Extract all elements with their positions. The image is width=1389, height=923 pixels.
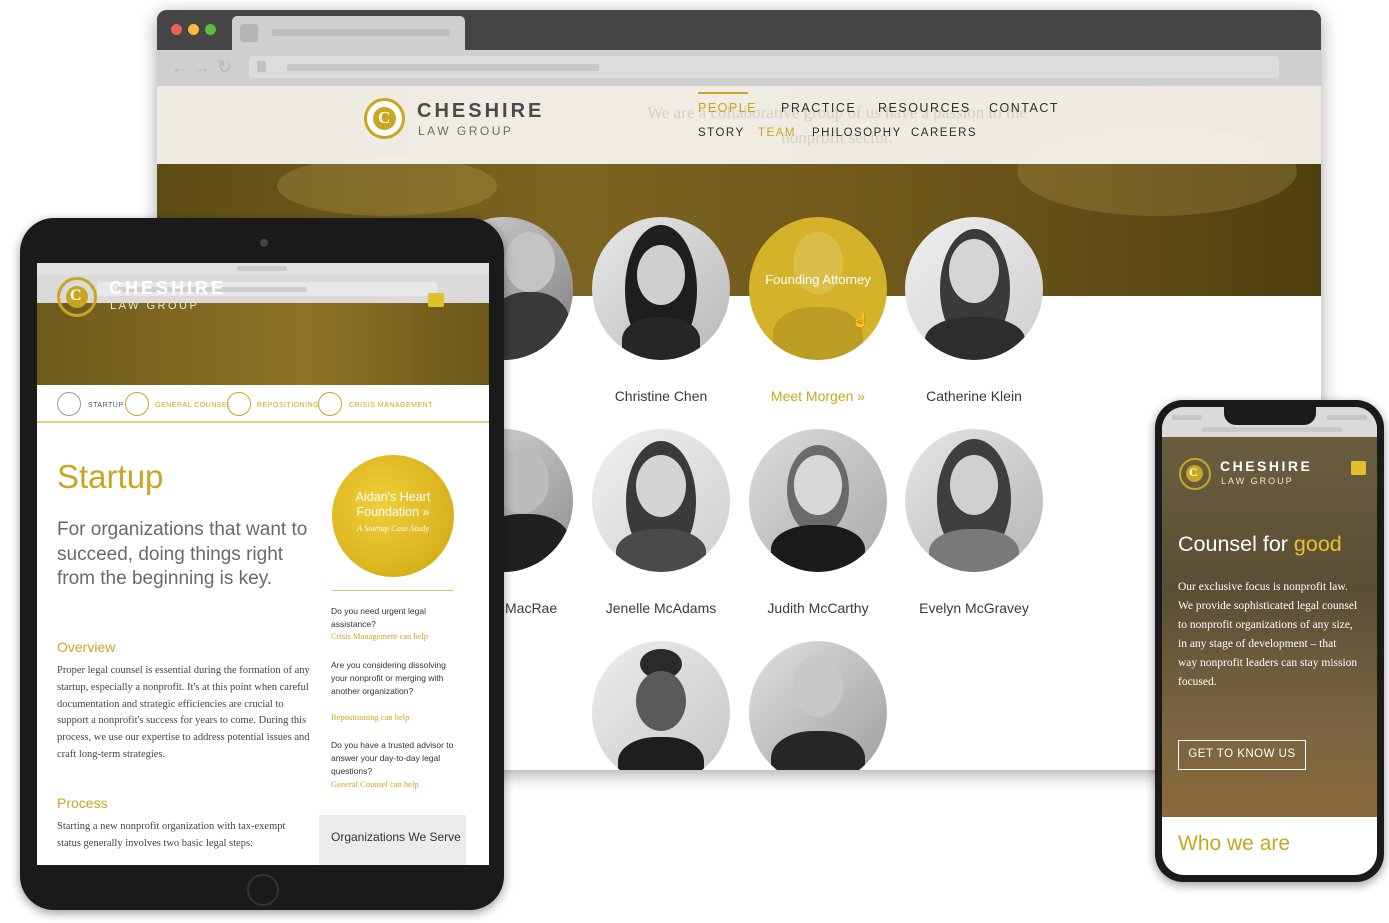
overview-heading: Overview	[57, 639, 116, 655]
hero-title-text: Counsel for	[1178, 532, 1294, 556]
portrait-catherine-klein[interactable]	[905, 217, 1043, 360]
portrait-judith-mccarthy[interactable]	[749, 429, 887, 572]
maximize-window-icon[interactable]	[205, 24, 216, 35]
cheshire-logo-icon[interactable]: C	[1179, 458, 1211, 490]
hero-title: Counsel for good	[1178, 532, 1342, 557]
subnav-team[interactable]: TEAM	[758, 127, 796, 139]
cursor-hand-icon: ☝	[852, 312, 870, 328]
nav-practice[interactable]: PRACTICE	[781, 101, 856, 115]
camera-icon	[260, 239, 268, 247]
person-name-judith-mccarthy[interactable]: Judith McCarthy	[728, 600, 908, 616]
tablet-device: C CHESHIRE LAW GROUP STARTUP GENERAL COU…	[20, 218, 504, 910]
hero-title-accent: good	[1293, 532, 1342, 556]
hamburger-menu-icon[interactable]	[428, 293, 444, 307]
logo-subtitle: LAW GROUP	[110, 300, 200, 312]
logo-subtitle: LAW GROUP	[418, 124, 514, 138]
crisis-management-link[interactable]: Crisis Management can help	[331, 631, 428, 641]
person-name-christine-chen[interactable]: Christine Chen	[571, 388, 751, 404]
repositioning-link[interactable]: Repositioning can help	[331, 712, 409, 722]
question-text: Do you need urgent legal assistance?	[331, 606, 426, 629]
lock-icon	[257, 61, 266, 72]
subnav-story[interactable]: STORY	[698, 127, 745, 139]
minimize-window-icon[interactable]	[188, 24, 199, 35]
lead-text: For organizations that want to succeed, …	[57, 519, 308, 589]
back-arrow-icon[interactable]: ←	[171, 57, 189, 78]
cheshire-logo-icon[interactable]: C	[364, 98, 405, 139]
startup-icon[interactable]	[57, 392, 81, 416]
phone-device: C CHESHIRE LAW GROUP Counsel for good Ou…	[1155, 400, 1384, 882]
tab-title-placeholder	[272, 29, 450, 36]
service-general-counsel[interactable]: GENERAL COUNSEL	[155, 402, 231, 409]
page-title: Startup	[57, 458, 164, 495]
tablet-hero	[37, 303, 489, 385]
nav-contact[interactable]: CONTACT	[989, 101, 1059, 115]
person-name-catherine-klein[interactable]: Catherine Klein	[884, 388, 1064, 404]
hamburger-menu-icon[interactable]	[1351, 461, 1366, 475]
logo-name[interactable]: CHESHIRE	[109, 278, 226, 299]
service-startup[interactable]: STARTUP	[88, 402, 124, 409]
favicon-icon	[240, 24, 258, 42]
nav-people[interactable]: PEOPLE	[698, 101, 757, 115]
person-name-jenelle-mcadams[interactable]: Jenelle McAdams	[571, 600, 751, 616]
general-counsel-icon[interactable]	[125, 392, 149, 416]
process-paragraph: Starting a new nonprofit organization wi…	[57, 821, 286, 849]
meet-morgen-link[interactable]: Meet Morgen »	[728, 388, 908, 404]
close-window-icon[interactable]	[171, 24, 182, 35]
portrait-christine-chen[interactable]	[592, 217, 730, 360]
portrait-jenelle-mcadams[interactable]	[592, 429, 730, 572]
portrait-person-9[interactable]	[592, 641, 730, 770]
tablet-browser-chrome	[37, 263, 489, 303]
who-we-are-heading: Who we are	[1178, 832, 1291, 855]
logo-name[interactable]: CHESHIRE	[1220, 458, 1312, 474]
founding-attorney-overlay: Founding Attorney	[765, 272, 871, 287]
nav-active-indicator	[698, 92, 748, 94]
service-crisis-management[interactable]: CRISIS MANAGEMENT	[349, 402, 433, 409]
subnav-careers[interactable]: CAREERS	[911, 127, 977, 139]
portrait-evelyn-mcgravey[interactable]	[905, 429, 1043, 572]
divider	[332, 590, 454, 591]
service-repositioning[interactable]: REPOSITIONING	[257, 402, 319, 409]
person-name-evelyn-mcgravey[interactable]: Evelyn McGravey	[884, 600, 1064, 616]
subnav-philosophy[interactable]: PHILOSOPHY	[812, 127, 902, 139]
organizations-we-serve[interactable]: Organizations We Serve	[331, 829, 461, 845]
phone-notch	[1224, 407, 1316, 425]
home-button[interactable]	[247, 874, 279, 906]
logo-name[interactable]: CHESHIRE	[417, 100, 544, 123]
phone-screen: C CHESHIRE LAW GROUP Counsel for good Ou…	[1162, 407, 1377, 875]
logo-subtitle: LAW GROUP	[1221, 476, 1294, 486]
url-placeholder	[287, 64, 599, 71]
portrait-person-10[interactable]	[749, 641, 887, 770]
forward-arrow-icon[interactable]: →	[193, 57, 211, 78]
repositioning-icon[interactable]	[227, 392, 251, 416]
get-to-know-us-button[interactable]: GET TO KNOW US	[1178, 740, 1306, 770]
overview-paragraph: Proper legal counsel is essential during…	[57, 665, 310, 760]
hero-body-text: Our exclusive focus is nonprofit law. We…	[1178, 581, 1358, 688]
question-text: Are you considering dissolving your nonp…	[331, 660, 446, 696]
hero-blur	[277, 156, 497, 216]
general-counsel-link[interactable]: General Counsel can help	[331, 779, 419, 789]
tablet-screen: C CHESHIRE LAW GROUP STARTUP GENERAL COU…	[37, 263, 489, 865]
case-study-title[interactable]: Aidan's Heart Foundation »	[337, 490, 449, 520]
question-text: Do you have a trusted advisor to answer …	[331, 740, 454, 776]
process-heading: Process	[57, 795, 108, 811]
nav-resources[interactable]: RESOURCES	[878, 101, 971, 115]
crisis-management-icon[interactable]	[318, 392, 342, 416]
reload-icon[interactable]: ↻	[217, 57, 232, 78]
cheshire-logo-icon[interactable]: C	[57, 277, 97, 317]
case-study-subtitle: A Startup Case Study	[356, 523, 430, 533]
